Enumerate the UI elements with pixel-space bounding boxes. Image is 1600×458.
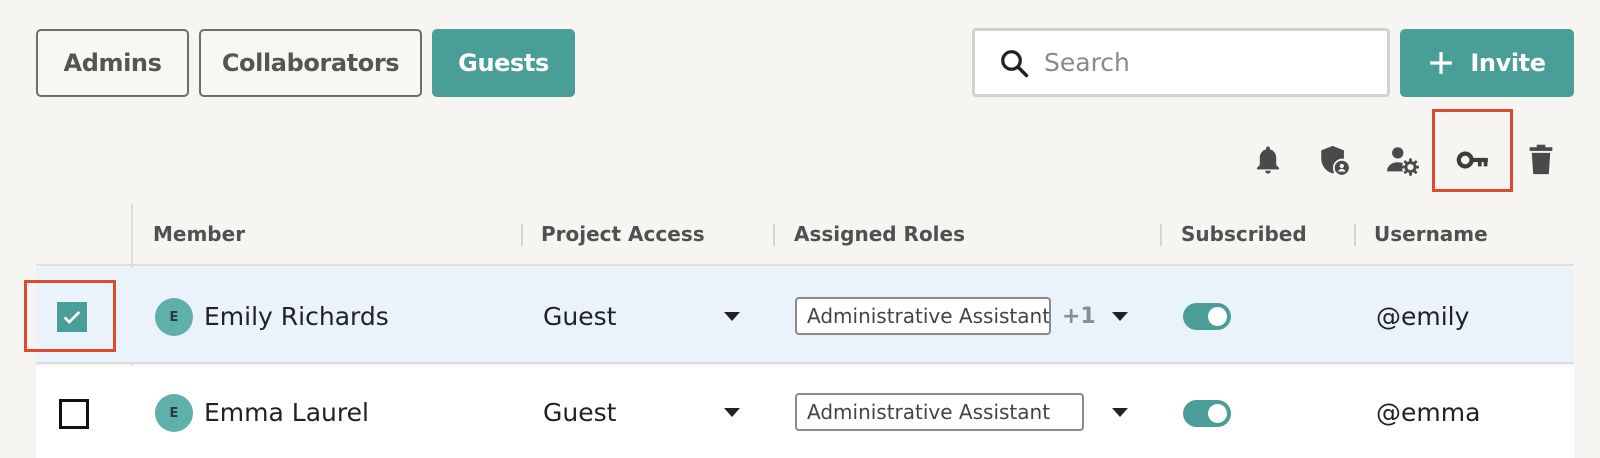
project-access-value[interactable]: Guest <box>543 398 616 427</box>
chevron-down-icon[interactable] <box>724 312 740 321</box>
tab-admins[interactable]: Admins <box>36 29 189 97</box>
trash-icon <box>1529 144 1553 175</box>
subscribed-toggle[interactable] <box>1183 303 1231 330</box>
avatar: E <box>155 394 193 432</box>
member-name: Emma Laurel <box>204 398 369 427</box>
plus-icon <box>1430 52 1453 74</box>
column-header-username[interactable]: Username <box>1374 222 1488 246</box>
search-input[interactable] <box>1044 48 1374 77</box>
project-access-value[interactable]: Guest <box>543 302 616 331</box>
permissions-key-button[interactable] <box>1451 138 1495 182</box>
user-settings-button[interactable] <box>1380 138 1424 182</box>
search-icon <box>1001 49 1029 77</box>
extra-roles-count[interactable]: +1 <box>1062 304 1096 329</box>
column-header-subscribed[interactable]: Subscribed <box>1181 222 1307 246</box>
row-select-checkbox[interactable] <box>59 399 89 429</box>
username-value: @emily <box>1376 302 1470 331</box>
invite-label: Invite <box>1470 49 1546 77</box>
invite-button[interactable]: Invite <box>1400 29 1574 97</box>
chevron-down-icon[interactable] <box>1112 408 1128 417</box>
key-icon <box>1456 151 1488 169</box>
column-separator <box>521 224 523 246</box>
avatar: E <box>155 298 193 336</box>
chevron-down-icon[interactable] <box>1112 312 1128 321</box>
search-box[interactable] <box>972 28 1390 97</box>
member-name: Emily Richards <box>204 302 389 331</box>
user-settings-icon <box>1387 147 1419 176</box>
checkmark-icon <box>63 310 81 324</box>
column-separator <box>1160 224 1162 246</box>
column-header-project-access[interactable]: Project Access <box>541 222 705 246</box>
subscribed-toggle[interactable] <box>1183 400 1231 427</box>
delete-button[interactable] <box>1519 138 1563 182</box>
column-separator <box>1354 224 1356 246</box>
role-tag: Administrative Assistant <box>795 393 1084 431</box>
bell-icon <box>1256 146 1280 174</box>
column-header-assigned-roles[interactable]: Assigned Roles <box>794 222 965 246</box>
chevron-down-icon[interactable] <box>724 408 740 417</box>
tab-collaborators[interactable]: Collaborators <box>199 29 422 97</box>
column-header-member[interactable]: Member <box>153 222 245 246</box>
username-value: @emma <box>1376 398 1481 427</box>
column-separator <box>773 224 775 246</box>
shield-user-icon <box>1321 145 1349 175</box>
tab-guests[interactable]: Guests <box>432 29 575 97</box>
notifications-button[interactable] <box>1246 138 1290 182</box>
row-select-checkbox[interactable] <box>57 302 87 332</box>
security-button[interactable] <box>1312 138 1356 182</box>
role-tag: Administrative Assistant <box>795 297 1051 335</box>
